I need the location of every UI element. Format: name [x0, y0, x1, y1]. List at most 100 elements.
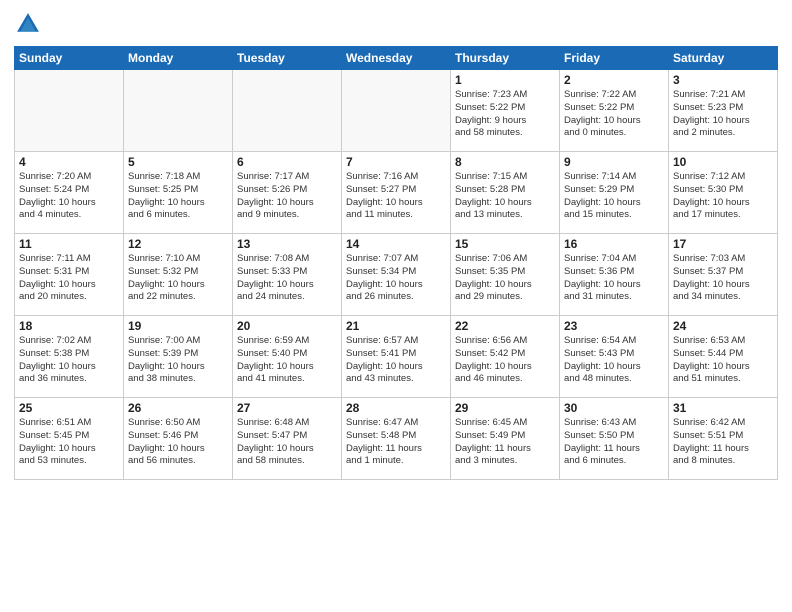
- day-number: 9: [564, 155, 664, 169]
- calendar-day: 16 Sunrise: 7:04 AM Sunset: 5:36 PM Dayli…: [560, 234, 669, 316]
- day-info: Sunrise: 7:20 AM Sunset: 5:24 PM Dayligh…: [19, 171, 119, 222]
- day-number: 21: [346, 319, 446, 333]
- day-number: 17: [673, 237, 773, 251]
- calendar-day: 30Sunrise: 6:43 AM Sunset: 5:50 PM Dayli…: [560, 398, 669, 480]
- calendar-day: 12Sunrise: 7:10 AM Sunset: 5:32 PM Dayli…: [124, 234, 233, 316]
- day-number: 8: [455, 155, 555, 169]
- day-info: Sunrise: 7:15 AM Sunset: 5:28 PM Dayligh…: [455, 171, 555, 222]
- day-number: 23: [564, 319, 664, 333]
- day-info: Sunrise: 6:45 AM Sunset: 5:49 PM Dayligh…: [455, 417, 555, 468]
- day-info: Sunrise: 6:47 AM Sunset: 5:48 PM Dayligh…: [346, 417, 446, 468]
- calendar-day: [342, 70, 451, 152]
- day-info: Sunrise: 6:56 AM Sunset: 5:42 PM Dayligh…: [455, 335, 555, 386]
- day-number: 30: [564, 401, 664, 415]
- calendar-day: 13 Sunrise: 7:08 AM Sunset: 5:33 PM Dayli…: [233, 234, 342, 316]
- day-info: Sunrise: 7:17 AM Sunset: 5:26 PM Dayligh…: [237, 171, 337, 222]
- calendar-week-1: 1 Sunrise: 7:23 AM Sunset: 5:22 PM Daylig…: [15, 70, 778, 152]
- day-number: 22: [455, 319, 555, 333]
- day-number: 14: [346, 237, 446, 251]
- day-number: 7: [346, 155, 446, 169]
- day-info: Sunrise: 6:54 AM Sunset: 5:43 PM Dayligh…: [564, 335, 664, 386]
- calendar-day: 19 Sunrise: 7:00 AM Sunset: 5:39 PM Dayli…: [124, 316, 233, 398]
- day-number: 29: [455, 401, 555, 415]
- calendar-day: 21 Sunrise: 6:57 AM Sunset: 5:41 PM Dayli…: [342, 316, 451, 398]
- day-info: Sunrise: 6:53 AM Sunset: 5:44 PM Dayligh…: [673, 335, 773, 386]
- day-number: 4: [19, 155, 119, 169]
- calendar-day: 11 Sunrise: 7:11 AM Sunset: 5:31 PM Dayli…: [15, 234, 124, 316]
- day-number: 26: [128, 401, 228, 415]
- calendar-week-4: 18Sunrise: 7:02 AM Sunset: 5:38 PM Dayli…: [15, 316, 778, 398]
- logo: [14, 10, 46, 38]
- calendar-day: [124, 70, 233, 152]
- calendar-day: 10 Sunrise: 7:12 AM Sunset: 5:30 PM Dayli…: [669, 152, 778, 234]
- day-number: 10: [673, 155, 773, 169]
- calendar-day: [15, 70, 124, 152]
- header: [14, 10, 778, 38]
- day-number: 3: [673, 73, 773, 87]
- day-number: 27: [237, 401, 337, 415]
- day-number: 2: [564, 73, 664, 87]
- day-number: 1: [455, 73, 555, 87]
- calendar-day: 25 Sunrise: 6:51 AM Sunset: 5:45 PM Dayli…: [15, 398, 124, 480]
- calendar-week-2: 4 Sunrise: 7:20 AM Sunset: 5:24 PM Daylig…: [15, 152, 778, 234]
- day-info: Sunrise: 7:00 AM Sunset: 5:39 PM Dayligh…: [128, 335, 228, 386]
- calendar-day: 18Sunrise: 7:02 AM Sunset: 5:38 PM Dayli…: [15, 316, 124, 398]
- calendar-header-row: SundayMondayTuesdayWednesdayThursdayFrid…: [15, 47, 778, 70]
- calendar-day: 27 Sunrise: 6:48 AM Sunset: 5:47 PM Dayli…: [233, 398, 342, 480]
- day-info: Sunrise: 7:21 AM Sunset: 5:23 PM Dayligh…: [673, 89, 773, 140]
- calendar-header-wednesday: Wednesday: [342, 47, 451, 70]
- calendar-day: 31Sunrise: 6:42 AM Sunset: 5:51 PM Dayli…: [669, 398, 778, 480]
- calendar-day: 20Sunrise: 6:59 AM Sunset: 5:40 PM Dayli…: [233, 316, 342, 398]
- day-number: 25: [19, 401, 119, 415]
- calendar-day: 1 Sunrise: 7:23 AM Sunset: 5:22 PM Daylig…: [451, 70, 560, 152]
- day-info: Sunrise: 7:18 AM Sunset: 5:25 PM Dayligh…: [128, 171, 228, 222]
- day-info: Sunrise: 6:57 AM Sunset: 5:41 PM Dayligh…: [346, 335, 446, 386]
- calendar-week-3: 11 Sunrise: 7:11 AM Sunset: 5:31 PM Dayli…: [15, 234, 778, 316]
- calendar-day: 29 Sunrise: 6:45 AM Sunset: 5:49 PM Dayli…: [451, 398, 560, 480]
- calendar-day: 23 Sunrise: 6:54 AM Sunset: 5:43 PM Dayli…: [560, 316, 669, 398]
- page-container: SundayMondayTuesdayWednesdayThursdayFrid…: [0, 0, 792, 490]
- calendar-day: 26 Sunrise: 6:50 AM Sunset: 5:46 PM Dayli…: [124, 398, 233, 480]
- calendar-day: 5 Sunrise: 7:18 AM Sunset: 5:25 PM Daylig…: [124, 152, 233, 234]
- day-info: Sunrise: 7:07 AM Sunset: 5:34 PM Dayligh…: [346, 253, 446, 304]
- calendar-day: 24Sunrise: 6:53 AM Sunset: 5:44 PM Dayli…: [669, 316, 778, 398]
- calendar-day: [233, 70, 342, 152]
- logo-icon: [14, 10, 42, 38]
- day-info: Sunrise: 7:08 AM Sunset: 5:33 PM Dayligh…: [237, 253, 337, 304]
- day-number: 5: [128, 155, 228, 169]
- day-info: Sunrise: 6:50 AM Sunset: 5:46 PM Dayligh…: [128, 417, 228, 468]
- calendar-header-sunday: Sunday: [15, 47, 124, 70]
- calendar-day: 6 Sunrise: 7:17 AM Sunset: 5:26 PM Daylig…: [233, 152, 342, 234]
- calendar-header-monday: Monday: [124, 47, 233, 70]
- calendar-day: 4 Sunrise: 7:20 AM Sunset: 5:24 PM Daylig…: [15, 152, 124, 234]
- day-info: Sunrise: 6:51 AM Sunset: 5:45 PM Dayligh…: [19, 417, 119, 468]
- day-info: Sunrise: 7:11 AM Sunset: 5:31 PM Dayligh…: [19, 253, 119, 304]
- day-number: 20: [237, 319, 337, 333]
- day-info: Sunrise: 7:23 AM Sunset: 5:22 PM Dayligh…: [455, 89, 555, 140]
- day-number: 13: [237, 237, 337, 251]
- calendar-header-friday: Friday: [560, 47, 669, 70]
- day-number: 16: [564, 237, 664, 251]
- day-number: 28: [346, 401, 446, 415]
- day-number: 19: [128, 319, 228, 333]
- day-info: Sunrise: 7:04 AM Sunset: 5:36 PM Dayligh…: [564, 253, 664, 304]
- day-number: 18: [19, 319, 119, 333]
- calendar-header-thursday: Thursday: [451, 47, 560, 70]
- day-info: Sunrise: 6:42 AM Sunset: 5:51 PM Dayligh…: [673, 417, 773, 468]
- day-number: 11: [19, 237, 119, 251]
- day-info: Sunrise: 6:48 AM Sunset: 5:47 PM Dayligh…: [237, 417, 337, 468]
- day-info: Sunrise: 7:10 AM Sunset: 5:32 PM Dayligh…: [128, 253, 228, 304]
- calendar-day: 9 Sunrise: 7:14 AM Sunset: 5:29 PM Daylig…: [560, 152, 669, 234]
- calendar-day: 22 Sunrise: 6:56 AM Sunset: 5:42 PM Dayli…: [451, 316, 560, 398]
- calendar-day: 15 Sunrise: 7:06 AM Sunset: 5:35 PM Dayli…: [451, 234, 560, 316]
- day-number: 15: [455, 237, 555, 251]
- day-info: Sunrise: 7:06 AM Sunset: 5:35 PM Dayligh…: [455, 253, 555, 304]
- day-info: Sunrise: 7:12 AM Sunset: 5:30 PM Dayligh…: [673, 171, 773, 222]
- day-number: 6: [237, 155, 337, 169]
- calendar-day: 2Sunrise: 7:22 AM Sunset: 5:22 PM Daylig…: [560, 70, 669, 152]
- day-info: Sunrise: 7:16 AM Sunset: 5:27 PM Dayligh…: [346, 171, 446, 222]
- calendar-week-5: 25 Sunrise: 6:51 AM Sunset: 5:45 PM Dayli…: [15, 398, 778, 480]
- calendar-day: 28 Sunrise: 6:47 AM Sunset: 5:48 PM Dayli…: [342, 398, 451, 480]
- day-info: Sunrise: 7:14 AM Sunset: 5:29 PM Dayligh…: [564, 171, 664, 222]
- calendar-header-saturday: Saturday: [669, 47, 778, 70]
